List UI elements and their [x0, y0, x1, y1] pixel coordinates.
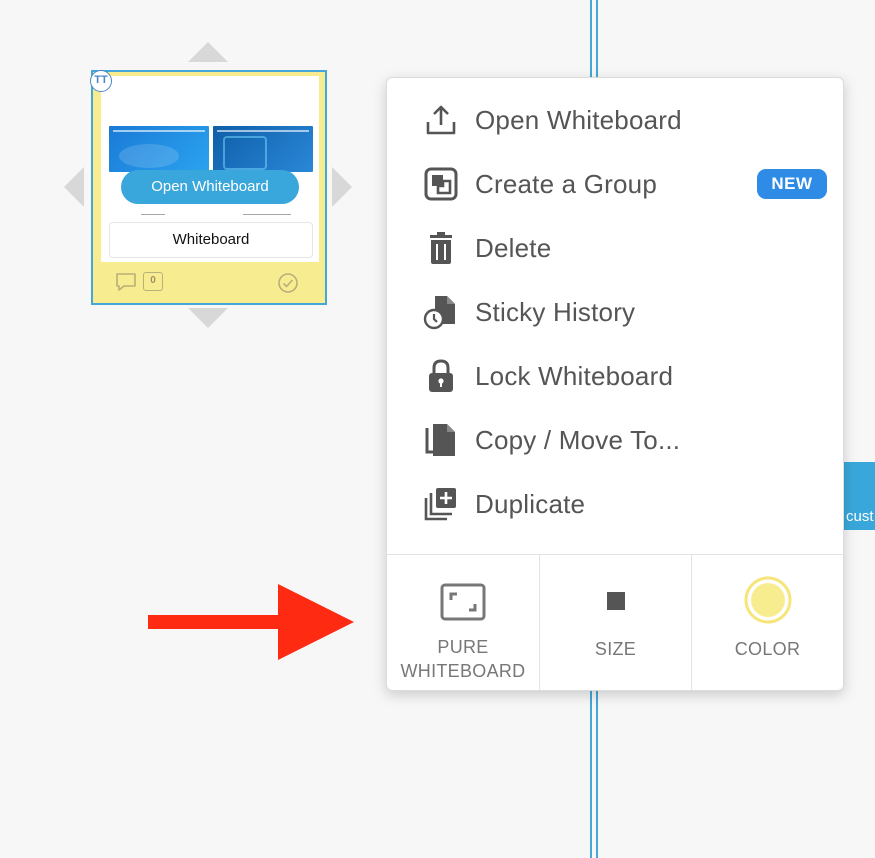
menu-item-label: Lock Whiteboard	[475, 361, 674, 391]
whiteboard-sticky[interactable]: Open Whiteboard ———— ———————— Whiteboard…	[90, 70, 327, 305]
copy-icon	[425, 424, 455, 456]
menu-item-create-group[interactable]: Create a Group NEW	[387, 152, 843, 216]
annotation-arrow-icon	[148, 584, 354, 660]
comment-icon[interactable]	[115, 272, 137, 292]
preview-text-line: ————————	[243, 212, 291, 218]
sticky-body: Open Whiteboard ———— ———————— Whiteboard…	[99, 76, 319, 298]
guide-line	[596, 0, 598, 78]
guide-line	[590, 0, 592, 78]
user-avatar[interactable]: TT	[90, 70, 112, 92]
menu-item-delete[interactable]: Delete	[387, 216, 843, 280]
menu-item-sticky-history[interactable]: Sticky History	[387, 280, 843, 344]
duplicate-icon	[424, 488, 456, 521]
menu-item-duplicate[interactable]: Duplicate	[387, 472, 843, 536]
size-button[interactable]: SIZE	[540, 555, 692, 690]
whiteboard-preview: Open Whiteboard ———— ———————— Whiteboard	[101, 76, 319, 262]
checkmark-circle-icon[interactable]	[277, 272, 299, 294]
color-button[interactable]: COLOR	[692, 555, 843, 690]
menu-item-label: Delete	[475, 233, 552, 263]
sticky-context-menu: Open Whiteboard Create a Group NEW Delet…	[386, 77, 844, 691]
pure-whiteboard-button[interactable]: PURE WHITEBOARD	[387, 555, 540, 690]
menu-item-label: Sticky History	[475, 297, 636, 327]
menu-item-lock-whiteboard[interactable]: Lock Whiteboard	[387, 344, 843, 408]
menu-item-label: Open Whiteboard	[475, 105, 682, 135]
menu-bottom-options: PURE WHITEBOARD SIZE COLOR	[387, 555, 843, 690]
color-swatch-icon	[744, 576, 791, 624]
partial-sticky-text: cust	[846, 508, 874, 525]
comment-count-badge: 0	[143, 272, 163, 291]
menu-item-label: Create a Group	[475, 169, 658, 199]
menu-item-open-whiteboard[interactable]: Open Whiteboard	[387, 88, 843, 152]
new-badge: NEW	[757, 169, 827, 199]
group-icon	[424, 167, 458, 201]
move-up-arrow-icon[interactable]	[188, 42, 228, 62]
size-square-icon	[606, 592, 625, 610]
move-left-arrow-icon[interactable]	[64, 167, 84, 207]
fullscreen-frame-icon	[440, 583, 486, 621]
history-icon	[423, 296, 455, 330]
menu-item-label: Duplicate	[475, 489, 586, 519]
trash-icon	[430, 232, 452, 264]
open-whiteboard-button[interactable]: Open Whiteboard	[121, 170, 299, 204]
color-label: COLOR	[734, 639, 801, 659]
guide-line	[590, 688, 592, 858]
menu-item-copy-move[interactable]: Copy / Move To...	[387, 408, 843, 472]
guide-line	[596, 688, 598, 858]
preview-text-line: ————	[141, 212, 165, 218]
sticky-footer: 0	[115, 272, 303, 294]
pure-label-line1: PURE	[437, 637, 489, 657]
preview-thumbnail	[213, 126, 313, 172]
move-right-arrow-icon[interactable]	[332, 167, 352, 207]
size-label: SIZE	[594, 639, 637, 659]
pure-label-line2: WHITEBOARD	[400, 661, 526, 681]
sticky-title[interactable]: Whiteboard	[109, 222, 313, 258]
upload-icon	[426, 105, 456, 135]
preview-thumbnail	[109, 126, 209, 172]
lock-icon	[429, 359, 453, 392]
move-down-arrow-icon[interactable]	[188, 308, 228, 328]
partial-sticky[interactable]: cust	[842, 462, 875, 530]
menu-item-label: Copy / Move To...	[475, 425, 681, 455]
